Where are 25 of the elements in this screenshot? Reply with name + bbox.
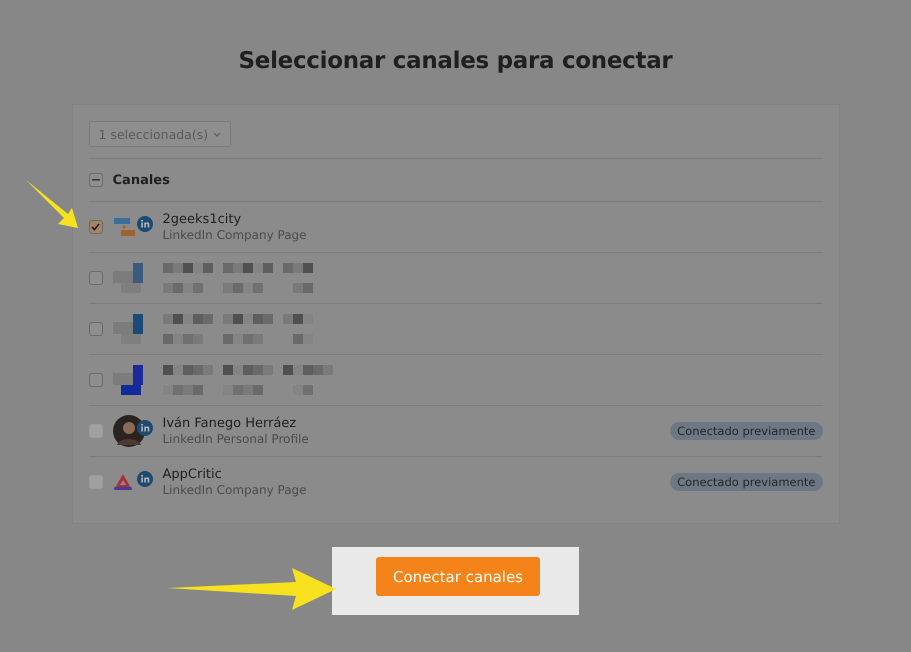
logo-icon [112,215,136,239]
minus-icon [92,179,100,181]
channel-name: 2geeks1city [162,212,242,227]
checkbox[interactable] [88,220,102,234]
channel-type: LinkedIn Company Page [162,483,308,497]
checkbox[interactable] [88,173,102,187]
status-badge: Conectado previamente [670,422,822,440]
page-title: Seleccionar canales para conectar [238,48,672,74]
checkbox[interactable] [88,322,102,336]
linkedin-badge-icon [136,471,152,487]
checkbox[interactable] [88,373,102,387]
channel-type: LinkedIn Company Page [162,228,308,242]
linkedin-badge-icon [136,216,152,232]
chevron-down-icon [213,132,222,136]
status-badge: Conectado previamente [670,473,822,491]
channel-name: Iván Fanego Herráez [162,416,298,431]
checkbox[interactable] [88,271,102,285]
column-header: Canales [112,172,170,188]
channel-type: LinkedIn Personal Profile [162,432,310,446]
linkedin-badge-icon [136,420,152,436]
triangle-logo-icon [112,472,132,492]
arrow-icon [26,180,80,230]
check-icon [91,223,100,231]
connect-button[interactable]: Conectar canales [376,557,540,596]
channel-name: AppCritic [162,467,223,482]
